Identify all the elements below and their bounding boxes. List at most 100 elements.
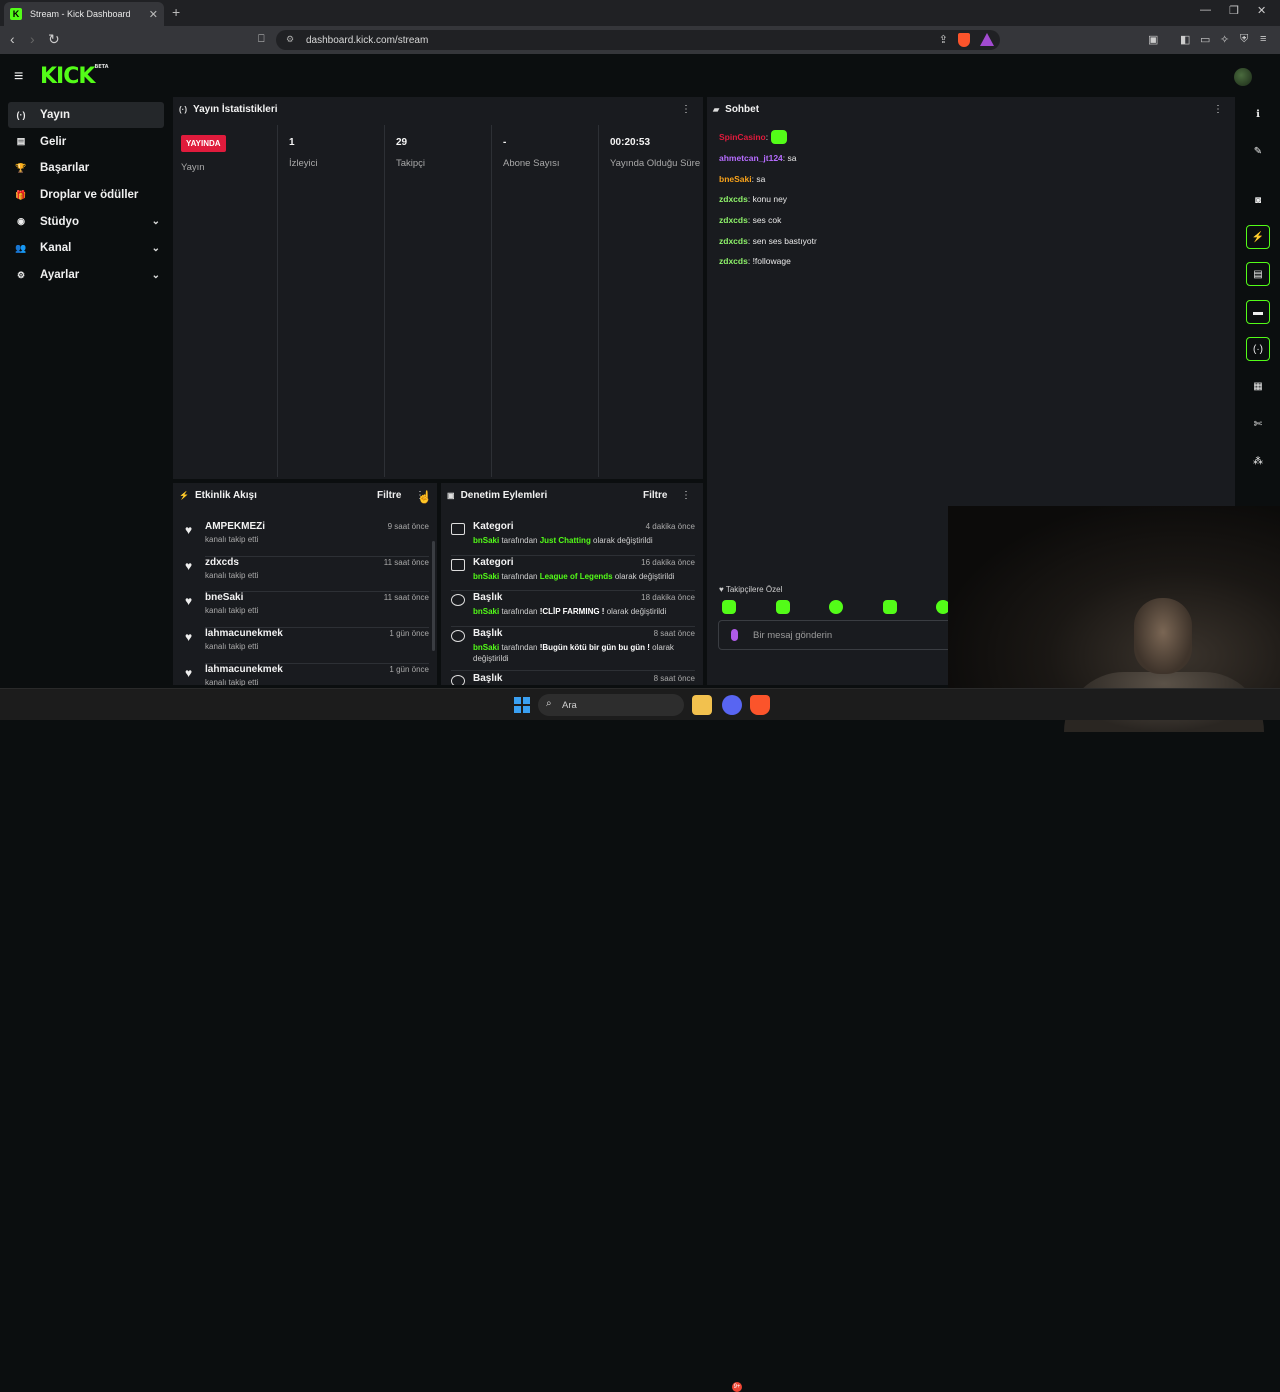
activity-user: bneSaki — [205, 592, 244, 603]
chat-username[interactable]: zdxcds — [719, 256, 748, 266]
chat-username[interactable]: ahmetcan_jt124 — [719, 153, 783, 163]
notes-icon[interactable]: ▤ — [1246, 262, 1270, 286]
leo-ai-icon[interactable]: ✧ — [1220, 33, 1229, 46]
sidebar-item-basarilar[interactable]: 🏆 Başarılar — [8, 155, 164, 181]
activity-item[interactable]: ♥ lahmacunekmek kanalı takip etti 1 gün önc… — [183, 664, 429, 686]
sidebar-toggle-icon[interactable]: ◧ — [1180, 33, 1190, 46]
chat-username[interactable]: SpinCasino — [719, 132, 766, 142]
broadcast-icon: (·) — [179, 105, 187, 114]
chevron-down-icon[interactable]: ⌄ — [152, 216, 160, 227]
url-field[interactable]: ⎕ ⚙ dashboard.kick.com/stream ⇪ — [258, 30, 1000, 50]
heart-icon: ♥ — [185, 523, 193, 537]
emote-icon[interactable] — [883, 600, 897, 614]
chat-message: zdxcds: !followage — [719, 256, 791, 267]
site-settings-icon[interactable]: ⚙ — [286, 34, 294, 45]
chat-bubble-icon[interactable]: ▬ — [1246, 300, 1270, 324]
more-options-icon[interactable]: ⋮ — [681, 104, 691, 115]
emote-icon[interactable] — [722, 600, 736, 614]
sidebar: (·) Yayın ▤ Gelir 🏆 Başarılar 🎁 Droplar ve ö… — [8, 102, 164, 289]
activity-item[interactable]: ♥ zdxcds kanalı takip etti 11 saat önce — [183, 557, 429, 591]
emote-icon[interactable] — [829, 600, 843, 614]
moderation-item[interactable]: Başlık 8 saat önce bnSaki tarafından !Bugü… — [451, 628, 695, 663]
sidebar-item-kanal[interactable]: 👥 Kanal ⌄ — [8, 235, 164, 261]
chat-message: bneSaki: sa — [719, 173, 766, 184]
sidebar-item-studyo[interactable]: ◉ Stüdyo ⌄ — [8, 209, 164, 235]
maximize-button[interactable]: ❐ — [1229, 4, 1239, 17]
moderation-filter-button[interactable]: Filtre — [643, 490, 667, 501]
sidebar-item-label: Gelir — [40, 135, 67, 148]
activity-filter-button[interactable]: Filtre — [377, 490, 401, 501]
moderation-tail: olarak değiştirildi — [612, 572, 675, 581]
windows-start-icon[interactable] — [514, 697, 530, 713]
moderation-mid: tarafından — [499, 643, 540, 652]
moderation-title: Denetim Eylemleri — [460, 490, 548, 501]
more-options-icon[interactable]: ⋮ — [681, 490, 691, 501]
lightning-icon[interactable]: ⚡ — [1246, 225, 1270, 249]
browser-tab[interactable]: K Stream - Kick Dashboard ✕ — [4, 2, 164, 26]
emote-icon[interactable] — [776, 600, 790, 614]
discord-icon[interactable] — [722, 695, 742, 715]
chat-username[interactable]: zdxcds — [719, 236, 748, 246]
info-icon[interactable]: ℹ — [1246, 102, 1270, 126]
activity-time: 11 saat önce — [383, 593, 429, 602]
brave-browser-icon[interactable] — [750, 695, 770, 715]
forward-icon[interactable]: › — [30, 31, 35, 47]
moderation-item[interactable]: Başlık 8 saat önce — [451, 673, 695, 685]
tab-close-icon[interactable]: ✕ — [149, 8, 158, 21]
wallet-icon[interactable]: ▭ — [1200, 33, 1210, 46]
activity-user: zdxcds — [205, 557, 239, 568]
title-user-icon — [451, 594, 465, 606]
share-nodes-icon[interactable]: ⁂ — [1246, 449, 1270, 473]
stat-label: İzleyici — [289, 158, 318, 169]
activity-item[interactable]: ♥ AMPEKMEZi kanalı takip etti 9 saat önce — [183, 521, 429, 555]
lightning-icon: ⚡ — [179, 491, 189, 500]
moderation-detail: bnSaki tarafından !CLİP FARMING ! olarak… — [473, 606, 693, 617]
chevron-down-icon[interactable]: ⌄ — [152, 243, 160, 254]
chat-username[interactable]: zdxcds — [719, 194, 748, 204]
sidebar-item-yayin[interactable]: (·) Yayın — [8, 102, 164, 128]
kick-logo[interactable]: KICKBETA — [40, 64, 109, 89]
more-options-icon[interactable]: ⋮ — [1213, 104, 1223, 115]
minimize-button[interactable]: — — [1200, 4, 1211, 16]
channel-icon: 👥 — [15, 242, 27, 253]
bookmark-icon[interactable]: ⎕ — [258, 33, 265, 46]
file-explorer-icon[interactable] — [692, 695, 712, 715]
chat-username[interactable]: zdxcds — [719, 215, 748, 225]
moderation-item[interactable]: Kategori 4 dakika önce bnSaki tarafından J… — [451, 521, 695, 555]
reload-icon[interactable]: ↻ — [48, 31, 60, 48]
menu-icon[interactable]: ≡ — [1260, 33, 1266, 45]
sidebar-item-droplar[interactable]: 🎁 Droplar ve ödüller — [8, 182, 164, 208]
chat-messages: SpinCasino: ahmetcan_jt124: sa bneSaki: … — [719, 127, 1219, 272]
share-icon[interactable]: ⇪ — [939, 33, 948, 46]
heart-icon: ♥ — [185, 630, 193, 644]
sidebar-item-ayarlar[interactable]: ⚙ Ayarlar ⌄ — [8, 262, 164, 288]
brave-shield-icon[interactable] — [958, 33, 970, 47]
chat-username[interactable]: bneSaki — [719, 174, 752, 184]
moderation-item[interactable]: Başlık 18 dakika önce bnSaki tarafından !C… — [451, 592, 695, 626]
moderation-item[interactable]: Kategori 16 dakika önce bnSaki tarafından … — [451, 557, 695, 591]
back-icon[interactable]: ‹ — [10, 31, 15, 47]
activity-item[interactable]: ♥ lahmacunekmek kanalı takip etti 1 gün önc… — [183, 628, 429, 662]
chat-icon: ▰ — [713, 105, 720, 114]
user-avatar[interactable] — [1234, 68, 1252, 86]
edit-icon[interactable]: ✎ — [1246, 139, 1270, 163]
camera-icon[interactable]: ◙ — [1246, 188, 1270, 212]
tab-search-icon[interactable]: ▣ — [1148, 33, 1158, 46]
chevron-down-icon[interactable]: ⌄ — [152, 270, 160, 281]
window-close-button[interactable]: ✕ — [1257, 4, 1266, 17]
printer-icon[interactable]: ▦ — [1246, 374, 1270, 398]
stat-value: - — [503, 137, 507, 148]
sidebar-item-gelir[interactable]: ▤ Gelir — [8, 129, 164, 155]
broadcast-icon[interactable]: (·) — [1246, 337, 1270, 361]
sidebar-item-label: Yayın — [40, 109, 71, 121]
new-tab-button[interactable]: + — [172, 4, 180, 20]
hamburger-menu-icon[interactable]: ≡ — [14, 68, 23, 86]
taskbar-search[interactable]: ⌕ Ara — [538, 694, 684, 716]
scrollbar[interactable] — [432, 541, 435, 651]
microphone-icon[interactable] — [731, 629, 738, 641]
activity-item[interactable]: ♥ bneSaki kanalı takip etti 11 saat önce — [183, 592, 429, 626]
chat-input[interactable]: Bir mesaj gönderin — [718, 620, 968, 650]
wrench-icon[interactable]: ✄ — [1246, 412, 1270, 436]
brave-rewards-icon[interactable] — [980, 33, 994, 46]
vpn-icon[interactable]: ⛨ — [1240, 33, 1248, 46]
